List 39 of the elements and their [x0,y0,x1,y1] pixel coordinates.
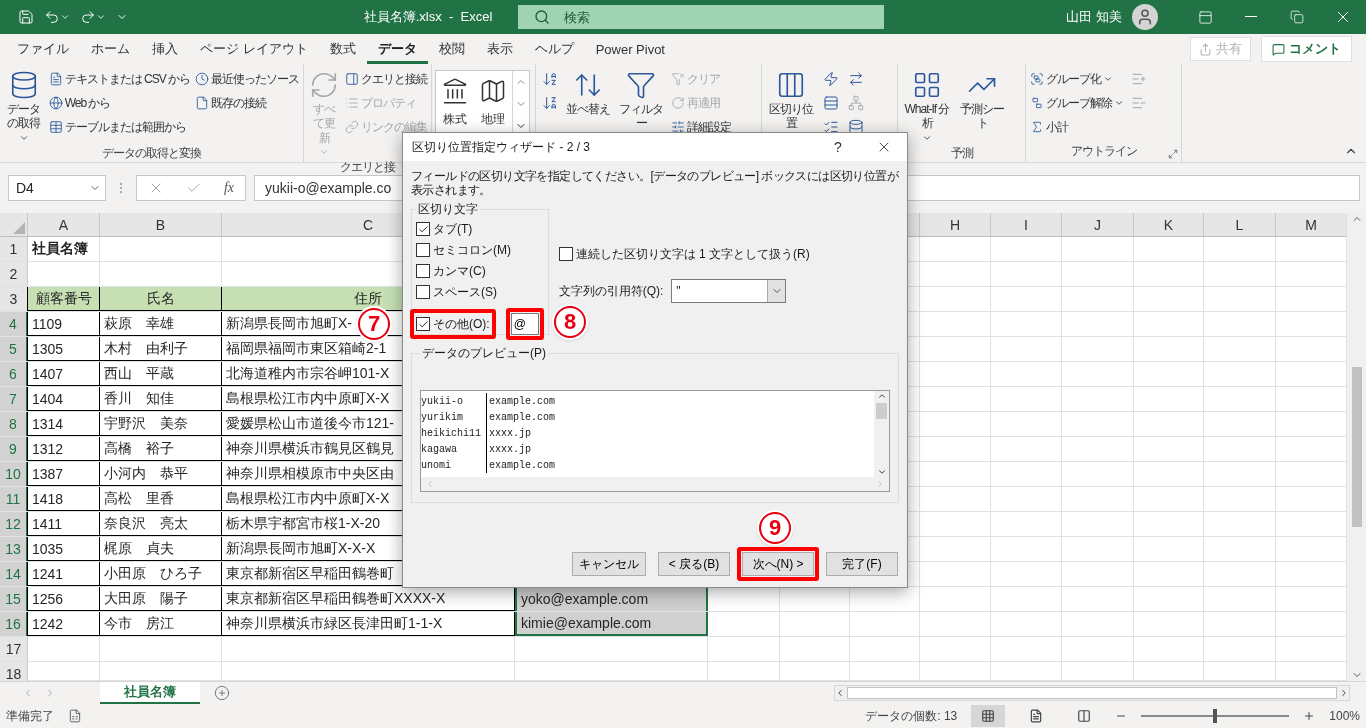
step-number: 9 [759,512,791,544]
dialog-title: 区切り位置指定ウィザード - 2 / 3 [412,138,591,156]
sheet-title: 社員名簿 [31,239,89,258]
group-label: アウトライン [1070,143,1137,160]
table-cell: 1035 [27,537,100,561]
table-cell: kimie@example.com [515,612,708,636]
table-cell: 神奈川県横浜市緑区長津田町1-1-X [221,612,515,636]
table-cell: 1411 [27,512,100,536]
zoom-level: 100% [1329,709,1360,723]
table-cell: 1314 [27,412,100,436]
table-header-cell: 氏名 [99,287,222,311]
table-cell: 1256 [27,587,100,611]
field-label: 文字列の引用符(Q): [558,282,664,300]
table-cell: 1404 [27,387,100,411]
table-cell: 1242 [27,612,100,636]
window-title: 社員名簿.xlsx - Excel [362,8,494,26]
step-number: 8 [554,306,586,338]
group-label: 予測 [950,144,973,162]
table-cell: 1407 [27,362,100,386]
preview-cell: heikichi11 [421,425,487,441]
table-cell: 1241 [27,562,100,586]
instruction-text: フィールドの区切り文字を指定してください。[データのプレビュー] ボックスには区切り位置が表示されます。 [411,169,899,197]
table-cell: 1387 [27,462,100,486]
table-cell: yoko@example.com [515,587,708,611]
table-header-cell: 顧客番号 [27,287,100,311]
count-text: データの個数: 13 [865,707,958,725]
table-cell: 1418 [27,487,100,511]
table-cell: 1109 [27,312,100,336]
table-cell: 1305 [27,337,100,361]
group-label: クエリと接 [340,159,395,177]
status-text: 準備完了 [6,707,54,725]
preview-cell: yukii-o [421,393,487,409]
user-name: 山田 知美 [1066,8,1122,26]
step-number: 7 [358,308,390,340]
table-cell: 1312 [27,437,100,461]
preview-cell: unomi [421,457,487,473]
preview-cell: yurikim [421,409,487,425]
preview-cell: kagawa [421,441,487,457]
group-label: データの取得と変換 [102,144,201,162]
